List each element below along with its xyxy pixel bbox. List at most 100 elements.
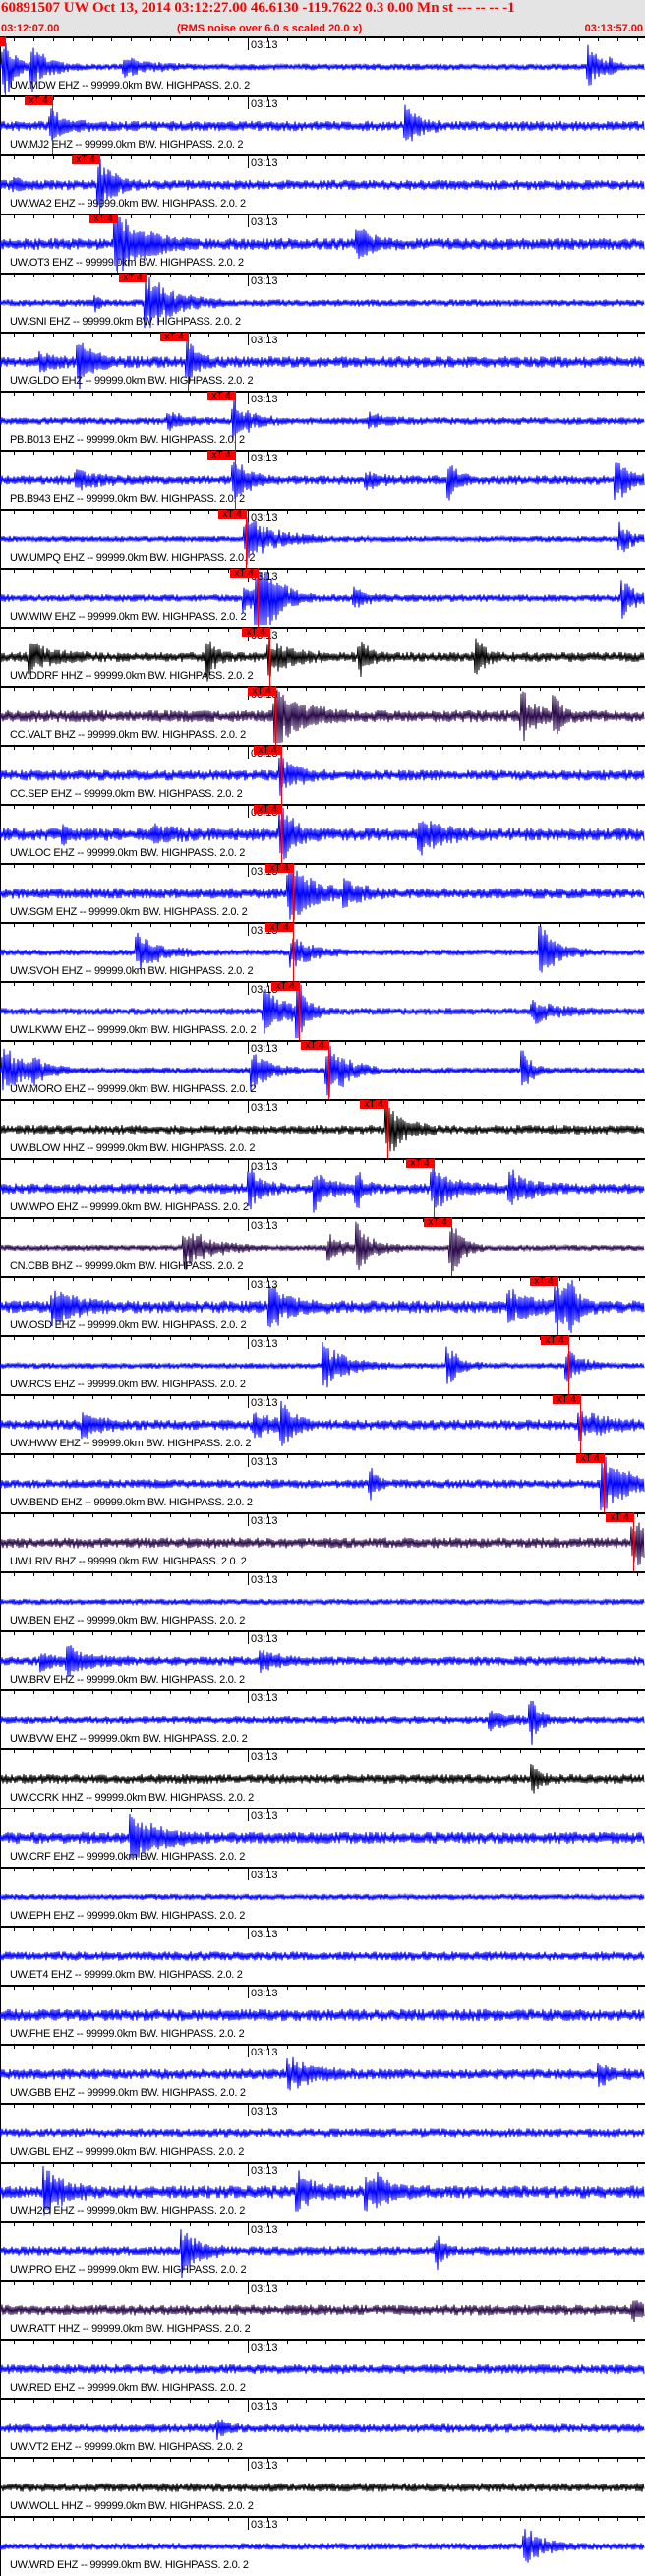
seismogram-panels: 03:13 UW.MDW EHZ -- 99999.0km BW. HIGHPAS…: [0, 36, 645, 2575]
station-label: UW.WIW EHZ -- 99999.0km BW. HIGHPASS. 2.…: [10, 611, 247, 623]
time-axis: [0, 745, 645, 747]
axis-ticks: [14, 1689, 638, 1703]
pick-marker[interactable]: xT 4: [160, 333, 188, 342]
axis-ticks: [14, 1453, 638, 1467]
axis-ticks: [14, 1217, 638, 1231]
trace-panel: 03:13 UW.BEND EHZ -- 99999.0km BW. HIGHPA…: [0, 1453, 645, 1512]
time-axis: [0, 1630, 645, 1632]
waveform-trace: [0, 2483, 645, 2492]
station-label: UW.OSD EHZ -- 99999.0km BW. HIGHPASS. 2.…: [10, 1319, 247, 1331]
axis-ticks: [14, 332, 638, 345]
pick-marker[interactable]: xT 4: [254, 746, 281, 756]
pick-marker[interactable]: xT 4: [271, 982, 299, 992]
trace-panel: 03:13 UW.SGM EHZ -- 99999.0km BW. HIGHPAS…: [0, 863, 645, 922]
pick-marker[interactable]: xT 4: [207, 392, 235, 401]
axis-ticks: [14, 2044, 638, 2057]
time-axis: [0, 568, 645, 570]
pick-line: [258, 568, 259, 627]
pick-line: [568, 1335, 569, 1394]
waveform-trace: [0, 1892, 645, 1902]
pick-marker[interactable]: xT 4: [265, 923, 293, 933]
trace-panel: 03:13 UW.GLDO EHZ -- 99999.0km BW. HIGHPA…: [0, 332, 645, 391]
station-label: UW.DDRF HHZ -- 99999.0km BW. HIGHPASS. 2…: [10, 670, 254, 682]
axis-ticks: [14, 981, 638, 995]
station-label: UW.ET4 EHZ -- 99999.0km BW. HIGHPASS. 2.…: [10, 1969, 243, 1981]
pick-marker[interactable]: xT 4: [424, 1218, 451, 1228]
rms-note: (RMS noise over 6.0 s scaled 20.0 x): [177, 23, 363, 34]
time-axis: [0, 332, 645, 334]
trace-panel: 03:13 CN.CBB BHZ -- 99999.0km BW. HIGHPAS…: [0, 1217, 645, 1276]
pick-marker[interactable]: xT 4: [72, 155, 99, 165]
station-label: UW.VT2 EHZ -- 99999.0km BW. HIGHPASS. 2.…: [10, 2441, 243, 2453]
station-label: UW.BLOW HHZ -- 99999.0km BW. HIGHPASS. 2…: [10, 1142, 256, 1154]
axis-ticks: [14, 154, 638, 168]
pick-marker[interactable]: xT 4: [406, 1159, 434, 1169]
station-label: CC.VALT BHZ -- 99999.0km BW. HIGHPASS. 2…: [10, 729, 246, 741]
station-label: UW.RED EHZ -- 99999.0km BW. HIGHPASS. 2.…: [10, 2382, 246, 2394]
pick-marker[interactable]: xT 4: [230, 569, 258, 579]
station-label: UW.WRD EHZ -- 99999.0km BW. HIGHPASS. 2.…: [10, 2559, 249, 2571]
pick-marker[interactable]: xT 4: [218, 510, 246, 520]
pick-marker[interactable]: xT 4: [25, 96, 52, 106]
axis-ticks: [14, 36, 638, 50]
waveform-trace: [0, 2056, 645, 2091]
time-axis: [0, 1158, 645, 1160]
station-label: CN.CBB BHZ -- 99999.0km BW. HIGHPASS. 2.…: [10, 1260, 244, 1272]
time-axis: [0, 1748, 645, 1750]
trace-panel: 03:13 UW.CCRK HHZ -- 99999.0km BW. HIGHPA…: [0, 1748, 645, 1808]
time-axis: [0, 2280, 645, 2282]
waveform-trace: [0, 2364, 645, 2374]
tick-label-0313: 03:13: [251, 2165, 278, 2177]
waveform-trace: [0, 2529, 645, 2563]
pick-marker[interactable]: xT 4: [89, 215, 117, 224]
time-axis: [0, 2516, 645, 2518]
pick-marker[interactable]: xT 4: [254, 805, 281, 815]
pick-line: [557, 1276, 558, 1335]
pick-marker[interactable]: xT 4: [0, 37, 5, 47]
time-axis: [0, 2044, 645, 2046]
time-axis: [0, 863, 645, 865]
trace-panel: 03:13 UW.EPH EHZ -- 99999.0km BW. HIGHPAS…: [0, 1867, 645, 1926]
pick-line: [269, 627, 270, 686]
pick-marker[interactable]: xT 4: [301, 1041, 328, 1051]
event-header: 60891507 UW Oct 13, 2014 03:12:27.00 46.…: [0, 0, 645, 36]
station-label: UW.BEN EHZ -- 99999.0km BW. HIGHPASS. 2.…: [10, 1615, 246, 1626]
pick-line: [580, 1394, 581, 1453]
axis-ticks: [14, 1158, 638, 1172]
trace-panel: 03:13 UW.VT2 EHZ -- 99999.0km BW. HIGHPAS…: [0, 2398, 645, 2457]
time-axis: [0, 686, 645, 688]
axis-ticks: [14, 568, 638, 582]
end-time: 03:13:57.00: [584, 23, 643, 34]
tick-label-0313: 03:13: [251, 1515, 278, 1527]
tick-label-0313: 03:13: [251, 98, 278, 110]
trace-panel: 03:13 UW.FHE EHZ -- 99999.0km BW. HIGHPAS…: [0, 1985, 645, 2044]
trace-panel: 03:13UW.LOC EHZ -- 99999.0km BW. HIGHPAS…: [0, 804, 645, 863]
time-axis: [0, 2339, 645, 2341]
trace-panel: 03:13 UW.RCS EHZ -- 99999.0km BW. HIGHPAS…: [0, 1335, 645, 1394]
pick-marker[interactable]: xT 4: [242, 628, 269, 638]
station-label: UW.LKWW EHZ -- 99999.0km BW. HIGHPASS. 2…: [10, 1024, 257, 1036]
station-label: UW.SVOH EHZ -- 99999.0km BW. HIGHPASS. 2…: [10, 965, 254, 977]
pick-marker[interactable]: xT 4: [576, 1454, 604, 1464]
pick-marker[interactable]: xT 4: [553, 1395, 580, 1405]
pick-marker[interactable]: xT 4: [119, 274, 147, 283]
station-label: UW.LOC EHZ -- 99999.0km BW. HIGHPASS. 2.…: [10, 847, 246, 859]
axis-ticks: [14, 1926, 638, 1939]
tick-label-0313: 03:13: [251, 1456, 278, 1468]
pick-marker[interactable]: xT 4: [207, 451, 235, 460]
pick-marker[interactable]: xT 4: [541, 1336, 568, 1346]
axis-ticks: [14, 1394, 638, 1408]
axis-ticks: [14, 509, 638, 522]
pick-marker[interactable]: xT 4: [248, 687, 275, 697]
pick-marker[interactable]: xT 4: [530, 1277, 557, 1287]
axis-ticks: [14, 1099, 638, 1113]
axis-ticks: [14, 686, 638, 700]
pick-marker[interactable]: xT 4: [606, 1513, 633, 1523]
pick-line: [434, 1158, 435, 1217]
axis-ticks: [14, 2398, 638, 2412]
time-axis: [0, 1808, 645, 1809]
tick-label-0313: 03:13: [251, 1397, 278, 1409]
time-axis: [0, 2457, 645, 2459]
pick-marker[interactable]: xT 4: [360, 1100, 387, 1110]
pick-marker[interactable]: xT 4: [265, 864, 293, 874]
